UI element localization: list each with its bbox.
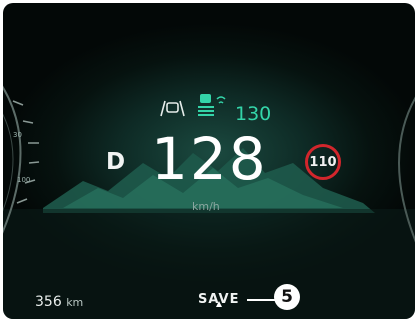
speed-limit-sign: 110 xyxy=(305,144,341,180)
gear-indicator: D xyxy=(106,149,126,175)
current-speed: 128 xyxy=(151,125,268,193)
dial-tick-label: 30 xyxy=(13,131,22,139)
instrument-cluster-display: 30 100 130 D 128 km/h 110 356 km SAVE xyxy=(3,3,415,319)
lane-departure-icon xyxy=(160,100,185,117)
range-readout: 356 km xyxy=(35,294,83,310)
acc-set-speed: 130 xyxy=(235,103,272,125)
range-value: 356 xyxy=(35,294,62,310)
drive-mode-label: SAVE xyxy=(198,292,240,307)
callout-marker: 5 xyxy=(274,284,300,310)
cruise-signal-icon xyxy=(216,96,226,104)
dial-tick-label: 100 xyxy=(17,176,31,184)
range-unit: km xyxy=(66,296,84,309)
adaptive-cruise-icon xyxy=(198,94,214,116)
speed-unit: km/h xyxy=(192,200,220,213)
